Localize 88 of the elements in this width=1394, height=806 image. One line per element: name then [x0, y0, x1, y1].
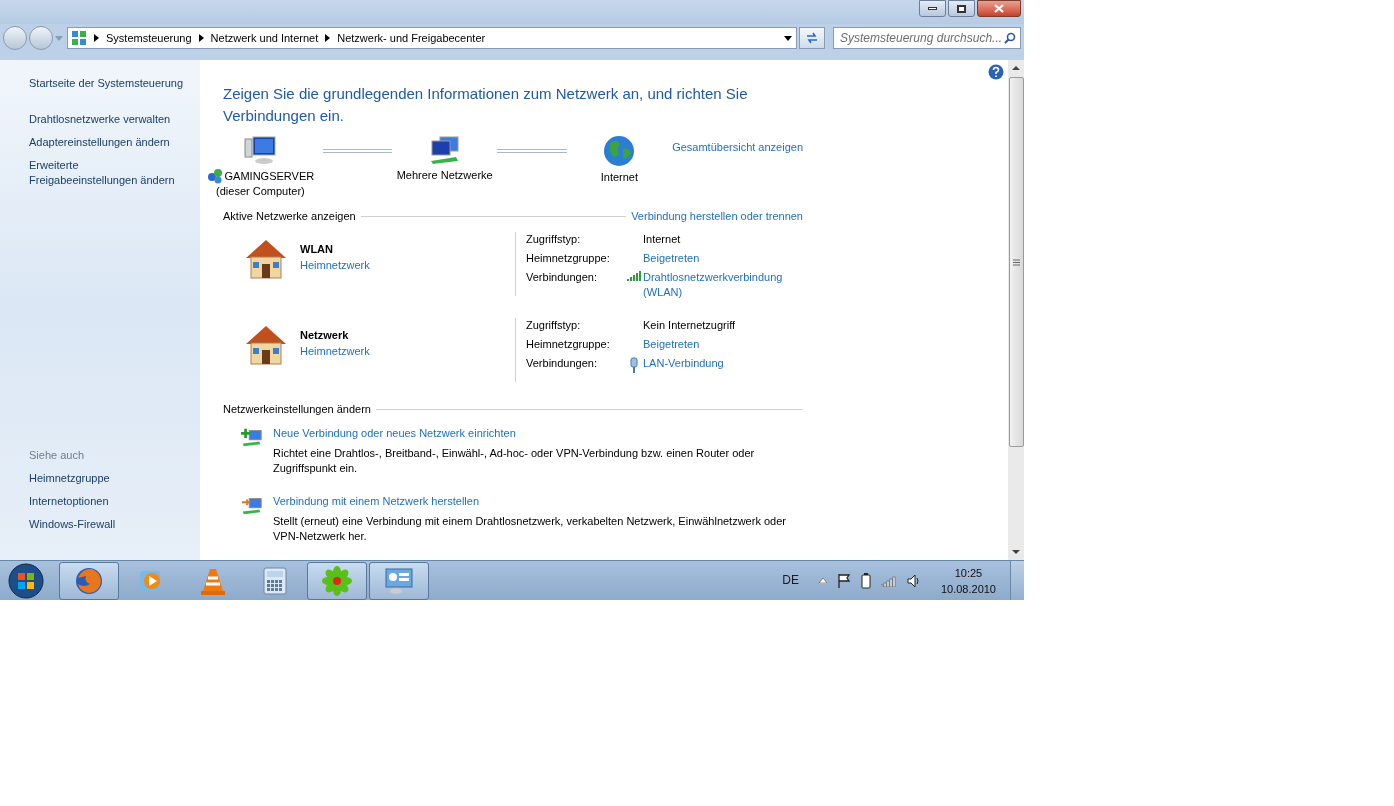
show-hidden-icons-icon[interactable] — [818, 578, 827, 583]
control-panel-icon — [71, 30, 87, 46]
refresh-icon — [805, 32, 819, 44]
taskbar-app[interactable] — [59, 561, 119, 600]
network-plus-icon — [241, 426, 263, 448]
taskbar-app[interactable] — [369, 561, 429, 600]
node-label: GAMINGSERVER — [224, 168, 315, 184]
signal-bars-icon[interactable] — [880, 574, 897, 587]
node-label: Mehrere Netzwerke — [396, 168, 493, 183]
task-link[interactable]: Neue Verbindung oder neues Netzwerk einrichten — [273, 426, 803, 441]
sidebar-link[interactable]: Startseite der Systemsteuerung — [29, 76, 189, 91]
network-type-link[interactable]: Heimnetzwerk — [300, 258, 370, 273]
battery-icon[interactable] — [860, 572, 871, 589]
computer-icon — [243, 135, 278, 165]
see-also-heading: Siehe auch — [29, 448, 86, 463]
taskbar-app[interactable] — [307, 561, 367, 600]
field-value[interactable]: Beigetreten — [643, 337, 803, 352]
forward-button[interactable] — [29, 26, 53, 50]
dropdown-arrow-icon — [55, 35, 63, 41]
sidebar-link[interactable]: Drahtlosnetzwerke verwalten — [29, 112, 189, 127]
node-label: Internet — [600, 170, 638, 185]
task-description: Stellt (erneut) eine Verbindung mit einem Drahtlosnetzwerk, verkabelten Netzwerk, Einwählnetzwerk oder VPN-Netzwerk her. — [273, 514, 787, 544]
breadcrumb-item[interactable]: Netzwerk- und Freigabecenter — [337, 30, 486, 46]
connection-line — [497, 149, 567, 153]
breadcrumb-item[interactable]: Netzwerk und Internet — [210, 30, 319, 46]
chevron-right-icon — [198, 34, 204, 42]
sidebar-link[interactable]: Internetoptionen — [29, 494, 200, 509]
language-indicator[interactable]: DE — [782, 573, 799, 588]
scroll-thumb[interactable] — [1008, 77, 1024, 447]
cable-plug-icon — [629, 357, 639, 373]
calculator-icon — [263, 566, 287, 595]
network-name: WLAN — [300, 242, 334, 257]
field-label: Zugriffstyp: — [526, 232, 582, 247]
sidebar-link[interactable]: Erweiterte Freigabeeinstellungen ändern — [29, 158, 189, 188]
node-sublabel: (dieser Computer) — [216, 184, 305, 199]
address-bar[interactable]: Systemsteuerung Netzwerk und Internet Netzwerk- und Freigabecenter — [67, 27, 797, 49]
field-value: Internet — [643, 232, 682, 247]
page-heading: Zeigen Sie die grundlegenden Informationen zum Netzwerk an, und richten Sie Verbindungen ein. — [223, 84, 749, 126]
close-icon — [994, 4, 1004, 13]
flower-icon — [322, 565, 352, 596]
overview-link[interactable]: Gesamtübersicht anzeigen — [672, 140, 803, 155]
fox-globe-icon — [74, 565, 104, 596]
clock-date: 10.08.2010 — [940, 581, 996, 597]
field-label: Heimnetzgruppe: — [526, 337, 611, 352]
scrollbar[interactable] — [1008, 60, 1024, 560]
field-label: Zugriffstyp: — [526, 318, 582, 333]
start-orb-icon — [8, 562, 44, 599]
minimize-button[interactable] — [919, 0, 946, 17]
field-value[interactable]: Drahtlosnetzwerkverbindung (WLAN) — [643, 270, 803, 300]
field-label: Heimnetzgruppe: — [526, 251, 611, 266]
control-panel-icon — [384, 566, 414, 595]
clock-time: 10:25 — [954, 565, 983, 581]
search-input[interactable]: Systemsteuerung durchsuch... — [840, 30, 1004, 46]
start-button[interactable] — [6, 561, 46, 600]
search-icon — [1004, 32, 1016, 44]
connection-line — [322, 149, 392, 153]
field-value: Kein Internetzugriff — [643, 318, 737, 333]
speaker-icon[interactable] — [906, 573, 921, 588]
globe-icon — [603, 135, 636, 167]
flag-icon[interactable] — [836, 572, 851, 589]
network-type-link[interactable]: Heimnetzwerk — [300, 344, 370, 359]
sidebar-link[interactable]: Adaptereinstellungen ändern — [29, 135, 189, 150]
search-field[interactable]: Systemsteuerung durchsuch... — [833, 27, 1021, 49]
chevron-right-icon — [325, 34, 331, 42]
grip-icon — [1012, 258, 1020, 266]
field-value[interactable]: Beigetreten — [643, 251, 803, 266]
restore-button[interactable] — [948, 0, 975, 17]
task-link[interactable]: Verbindung mit einem Netzwerk herstellen — [273, 494, 803, 509]
section-title: Netzwerkeinstellungen ändern — [223, 402, 371, 417]
field-label: Verbindungen: — [526, 270, 598, 285]
clock[interactable]: 10:25 10.08.2010 — [940, 564, 996, 597]
help-icon[interactable] — [988, 64, 1004, 80]
task-description: Richtet eine Drahtlos-, Breitband-, Einwähl-, Ad-hoc- oder VPN-Verbindung bzw. einen Router oder Zugriffspunkt ein. — [273, 446, 756, 476]
sidebar-link[interactable]: Windows-Firewall — [29, 517, 200, 532]
chevron-right-icon — [94, 34, 99, 42]
sidebar-link[interactable]: Heimnetzgruppe — [29, 471, 200, 486]
section-title: Aktive Netzwerke anzeigen — [223, 209, 356, 224]
refresh-button[interactable] — [799, 27, 825, 49]
network-name: Netzwerk — [300, 328, 350, 343]
connect-disconnect-link[interactable]: Verbindung herstellen oder trennen — [631, 209, 803, 224]
network-spheres-icon — [206, 168, 223, 184]
field-label: Verbindungen: — [526, 356, 598, 371]
field-value[interactable]: LAN-Verbindung — [643, 356, 803, 371]
back-button[interactable] — [3, 26, 27, 50]
signal-bars-icon — [627, 271, 641, 281]
close-button[interactable] — [977, 0, 1021, 17]
dropdown-arrow-icon[interactable] — [784, 35, 792, 41]
breadcrumb-item[interactable]: Systemsteuerung — [106, 30, 192, 46]
